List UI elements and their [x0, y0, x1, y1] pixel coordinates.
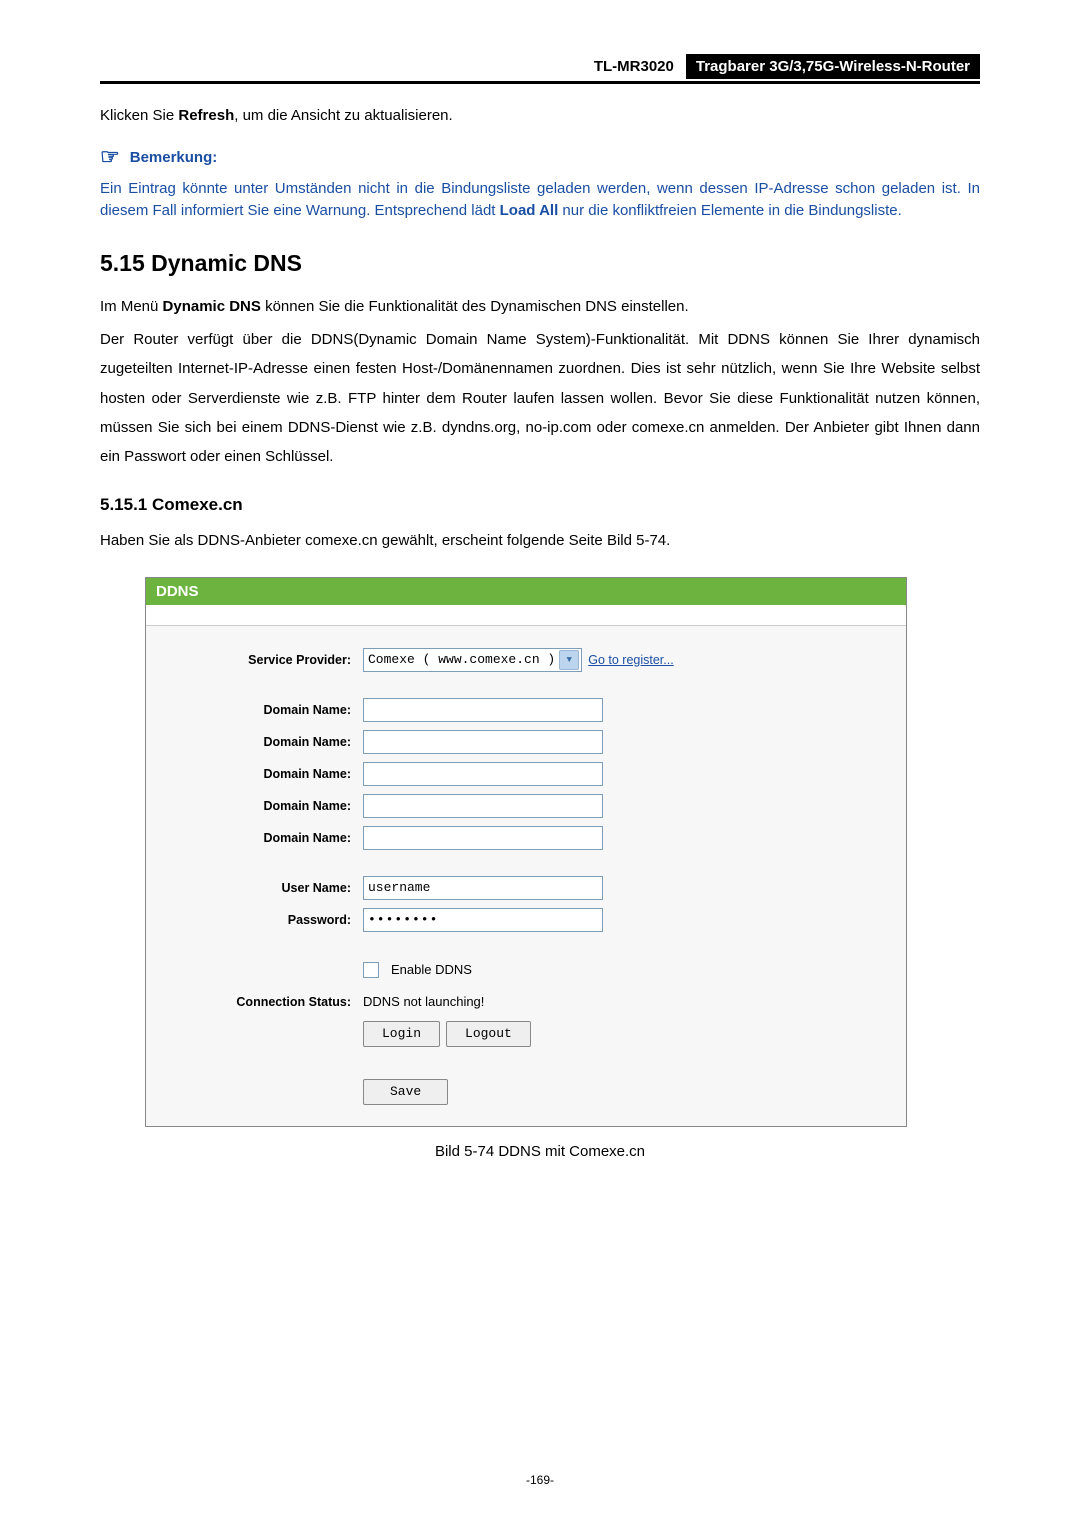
- domain-name-input-2[interactable]: [363, 730, 603, 754]
- note-label: Bemerkung:: [130, 149, 218, 166]
- row-domain-2: Domain Name:: [146, 726, 906, 758]
- label-service-provider: Service Provider:: [146, 653, 363, 667]
- note-heading: ☞ Bemerkung:: [100, 146, 980, 168]
- service-provider-select[interactable]: Comexe ( www.comexe.cn ) ▼: [363, 648, 582, 672]
- panel-title: DDNS: [146, 578, 906, 605]
- paragraph-3: Haben Sie als DDNS-Anbieter comexe.cn ge…: [100, 531, 980, 551]
- header-title: Tragbarer 3G/3,75G-Wireless-N-Router: [686, 54, 980, 79]
- refresh-bold: Refresh: [178, 107, 234, 124]
- row-enable-ddns: Enable DDNS: [146, 954, 906, 986]
- text: , um die Ansicht zu aktualisieren.: [234, 107, 452, 124]
- text: Klicken Sie: [100, 107, 178, 124]
- ddns-figure: DDNS Service Provider: Comexe ( www.come…: [145, 577, 907, 1127]
- hand-icon: ☞: [100, 146, 120, 168]
- section-heading: 5.15 Dynamic DNS: [100, 250, 980, 277]
- row-domain-4: Domain Name:: [146, 790, 906, 822]
- figure-caption: Bild 5-74 DDNS mit Comexe.cn: [100, 1143, 980, 1160]
- label-domain-name: Domain Name:: [146, 735, 363, 749]
- row-save: Save: [146, 1076, 906, 1108]
- domain-name-input-3[interactable]: [363, 762, 603, 786]
- panel-gap: [146, 605, 906, 626]
- select-value: Comexe ( www.comexe.cn ): [368, 652, 555, 667]
- text: Im Menü: [100, 298, 163, 315]
- page-number: -169-: [0, 1473, 1080, 1487]
- row-password: Password: ••••••••: [146, 904, 906, 936]
- row-username: User Name: username: [146, 872, 906, 904]
- username-input[interactable]: username: [363, 876, 603, 900]
- label-username: User Name:: [146, 881, 363, 895]
- logout-button[interactable]: Logout: [446, 1021, 531, 1047]
- enable-ddns-label: Enable DDNS: [391, 962, 472, 977]
- paragraph-2: Der Router verfügt über die DDNS(Dynamic…: [100, 325, 980, 471]
- label-connection-status: Connection Status:: [146, 995, 363, 1009]
- label-domain-name: Domain Name:: [146, 767, 363, 781]
- password-input[interactable]: ••••••••: [363, 908, 603, 932]
- header-model: TL-MR3020: [584, 54, 684, 79]
- login-button[interactable]: Login: [363, 1021, 440, 1047]
- dynamic-dns-bold: Dynamic DNS: [163, 298, 261, 315]
- row-login-logout: Login Logout: [146, 1018, 906, 1050]
- intro-line: Klicken Sie Refresh, um die Ansicht zu a…: [100, 106, 980, 126]
- password-value: ••••••••: [368, 912, 438, 927]
- page: TL-MR3020 Tragbarer 3G/3,75G-Wireless-N-…: [0, 0, 1080, 1527]
- connection-status-value: DDNS not launching!: [363, 994, 484, 1009]
- row-domain-3: Domain Name:: [146, 758, 906, 790]
- row-domain-5: Domain Name:: [146, 822, 906, 854]
- note-body: Ein Eintrag könnte unter Umständen nicht…: [100, 178, 980, 222]
- row-connection-status: Connection Status: DDNS not launching!: [146, 986, 906, 1018]
- go-to-register-link[interactable]: Go to register...: [588, 653, 673, 667]
- save-button[interactable]: Save: [363, 1079, 448, 1105]
- label-password: Password:: [146, 913, 363, 927]
- loadall-bold: Load All: [500, 202, 559, 219]
- panel-body: Service Provider: Comexe ( www.comexe.cn…: [146, 626, 906, 1126]
- text: können Sie die Funktionalität des Dynami…: [261, 298, 689, 315]
- row-domain-1: Domain Name:: [146, 694, 906, 726]
- text: nur die konfliktfreien Elemente in die B…: [558, 202, 902, 219]
- label-domain-name: Domain Name:: [146, 703, 363, 717]
- row-service-provider: Service Provider: Comexe ( www.comexe.cn…: [146, 644, 906, 676]
- label-domain-name: Domain Name:: [146, 799, 363, 813]
- chevron-down-icon: ▼: [559, 650, 579, 670]
- header-bar: TL-MR3020 Tragbarer 3G/3,75G-Wireless-N-…: [100, 54, 980, 84]
- paragraph-1: Im Menü Dynamic DNS können Sie die Funkt…: [100, 297, 980, 317]
- subsection-heading: 5.15.1 Comexe.cn: [100, 495, 980, 515]
- enable-ddns-checkbox[interactable]: [363, 962, 379, 978]
- username-value: username: [368, 880, 430, 895]
- label-domain-name: Domain Name:: [146, 831, 363, 845]
- domain-name-input-5[interactable]: [363, 826, 603, 850]
- domain-name-input-4[interactable]: [363, 794, 603, 818]
- domain-name-input-1[interactable]: [363, 698, 603, 722]
